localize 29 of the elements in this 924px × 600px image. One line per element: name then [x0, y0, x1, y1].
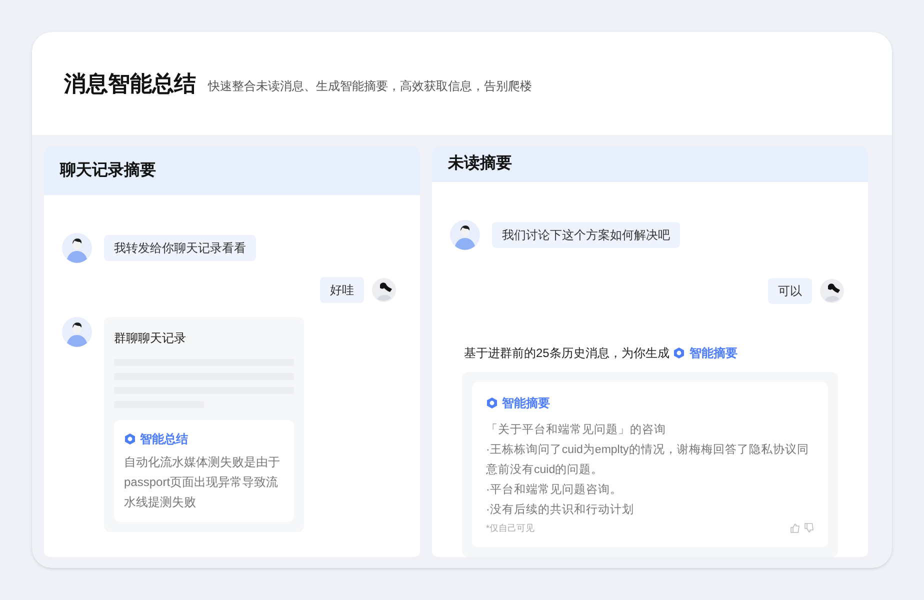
page-subtitle: 快速整合未读消息、生成智能摘要，高效获取信息，告别爬楼 — [208, 78, 532, 94]
panel-title: 未读摘要 — [448, 153, 512, 174]
visibility-note: *仅自己可见 — [486, 522, 535, 534]
panel-title: 聊天记录摘要 — [60, 160, 156, 181]
smart-summary-link[interactable]: 智能摘要 — [689, 344, 738, 362]
record-title: 群聊聊天记录 — [114, 330, 187, 347]
summary-line: 「关于平台和端常见问题」的咨询 — [486, 422, 667, 438]
thumbs-up-icon[interactable] — [790, 523, 800, 534]
summary-line: ·平台和端常见问题咨询。 — [486, 482, 623, 498]
hexagon-icon — [486, 396, 498, 408]
summary-line: ·没有后续的共识和行动计划 — [486, 502, 635, 518]
summary-text: 自动化流水媒体测失败是由于passport页面出现异常导致流水线提测失败 — [124, 454, 281, 511]
message-bubble: 可以 — [768, 278, 812, 304]
avatar-icon — [62, 317, 92, 347]
avatar-icon — [372, 278, 396, 302]
summary-label: 智能总结 — [140, 431, 188, 448]
message-bubble: 我们讨论下这个方案如何解决吧 — [492, 222, 680, 248]
avatar-icon — [62, 233, 92, 263]
intro-text: 基于进群前的25条历史消息，为你生成 — [464, 344, 670, 362]
hexagon-icon — [673, 346, 686, 358]
summary-label: 智能摘要 — [502, 394, 550, 412]
message-bubble: 我转发给你聊天记录看看 — [104, 235, 256, 261]
summary-line: ·王栋栋询问了cuid为emplty的情况，谢梅梅回答了隐私协议同意前没有cuid的问题。 — [486, 442, 810, 478]
hexagon-icon — [124, 433, 136, 445]
message-bubble: 好哇 — [320, 277, 364, 303]
page-title: 消息智能总结 — [64, 70, 196, 98]
avatar-icon — [820, 278, 844, 302]
thumbs-down-icon[interactable] — [804, 523, 814, 534]
avatar-icon — [450, 220, 480, 250]
